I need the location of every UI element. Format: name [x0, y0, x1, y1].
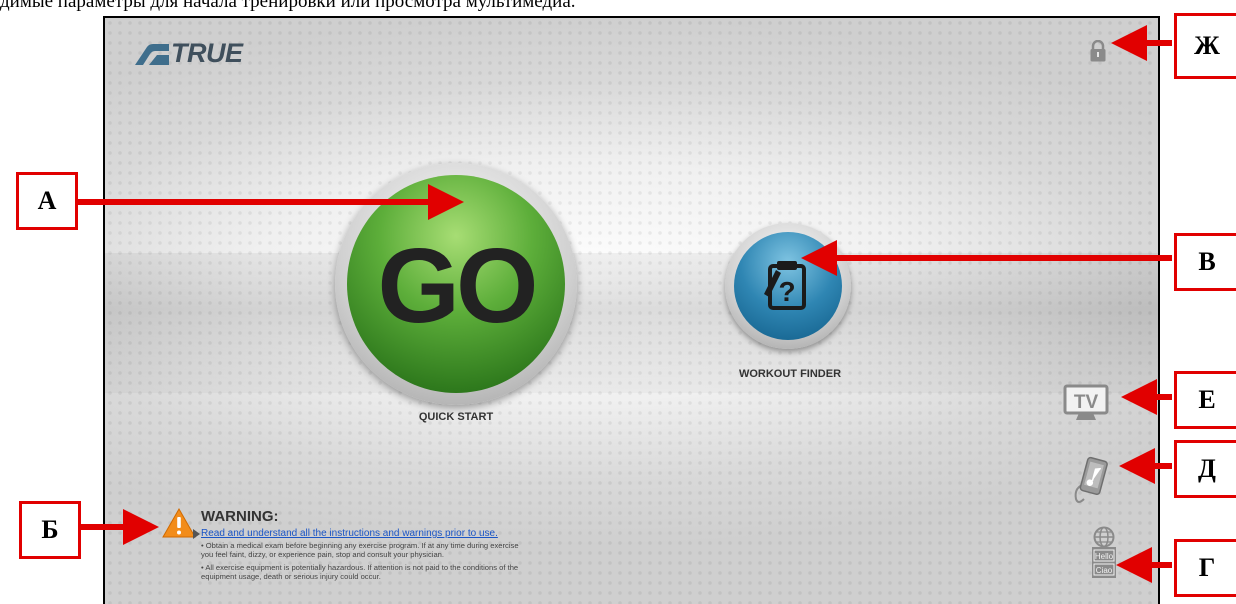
document-caption: димые параметры для начала тренировки ил…: [0, 0, 576, 12]
callout-a: А: [16, 172, 78, 230]
callout-e: Е: [1174, 371, 1236, 429]
callout-b: Б: [19, 501, 81, 559]
lock-icon[interactable]: [1090, 39, 1106, 67]
quick-start-go-button[interactable]: GO: [335, 163, 577, 405]
clipboard-question-icon: ?: [764, 261, 806, 310]
callout-g: Г: [1174, 539, 1236, 597]
brand-logo: TRUE: [135, 38, 243, 69]
workout-finder-face: ?: [734, 232, 842, 340]
go-button-face: GO: [347, 175, 565, 393]
tv-icon-text: TV: [1074, 392, 1099, 413]
callout-v: В: [1174, 233, 1236, 291]
brand-name: TRUE: [171, 38, 243, 68]
treadmill-console-screen: TRUE GO QUICK START ? WORKOUT FINDER TV: [103, 16, 1160, 604]
music-player-icon[interactable]: [1072, 455, 1108, 510]
go-text: GO: [377, 226, 539, 345]
svg-text:?: ?: [778, 276, 795, 307]
instructions-link[interactable]: Read and understand all the instructions…: [201, 528, 498, 539]
quick-start-label: QUICK START: [418, 411, 494, 423]
workout-finder-label: WORKOUT FINDER: [738, 368, 842, 380]
language-globe-icon[interactable]: Hello Ciao: [1087, 526, 1121, 585]
background-band: [105, 253, 1158, 393]
callout-zh: Ж: [1174, 13, 1236, 79]
warning-bullet-hazard: • All exercise equipment is potentially …: [201, 563, 519, 581]
play-arrow-icon: [193, 529, 200, 539]
tv-icon[interactable]: TV: [1063, 384, 1109, 427]
warning-triangle-icon: [162, 507, 196, 543]
logo-mark-icon: [135, 43, 169, 65]
warning-bullet-medical: • Obtain a medical exam before beginning…: [201, 541, 519, 559]
language-hello-text: Hello: [1095, 552, 1114, 561]
language-ciao-text: Ciao: [1096, 566, 1113, 575]
callout-d: Д: [1174, 440, 1236, 498]
warning-title: WARNING:: [201, 508, 279, 525]
workout-finder-button[interactable]: ?: [725, 223, 851, 349]
